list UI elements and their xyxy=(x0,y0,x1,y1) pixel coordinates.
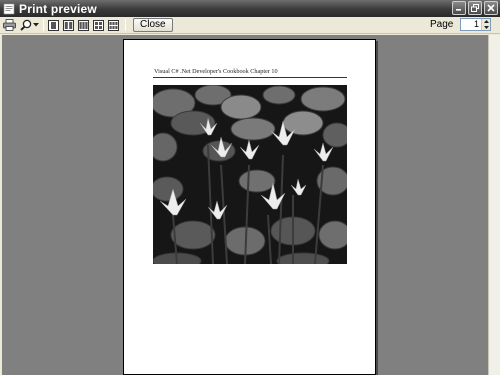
vertical-scrollbar[interactable] xyxy=(488,35,500,375)
close-icon xyxy=(487,4,495,12)
page-header-text: Visual C# .Net Developer's Cookbook Chap… xyxy=(154,68,278,75)
chevron-up-icon xyxy=(483,20,489,24)
minimize-button[interactable] xyxy=(452,1,466,15)
zoom-button[interactable] xyxy=(20,18,32,32)
one-page-icon xyxy=(47,19,59,31)
three-pages-icon xyxy=(77,19,89,31)
chevron-down-icon xyxy=(33,23,39,27)
six-pages-button[interactable] xyxy=(107,19,119,31)
window-controls xyxy=(452,1,498,15)
spinner-arrows xyxy=(481,19,490,30)
preview-page: Visual C# .Net Developer's Cookbook Chap… xyxy=(123,39,376,375)
printer-icon xyxy=(2,19,16,31)
header-rule xyxy=(153,77,347,78)
close-window-button[interactable] xyxy=(484,1,498,15)
zoom-dropdown[interactable] xyxy=(32,18,40,32)
window-title: Print preview xyxy=(19,1,97,16)
four-pages-icon xyxy=(92,19,104,31)
restore-button[interactable] xyxy=(468,1,482,15)
two-pages-button[interactable] xyxy=(62,19,74,31)
spin-down-button[interactable] xyxy=(482,24,490,30)
magnifier-icon xyxy=(20,19,32,31)
print-preview-window: Print preview Close Page 1 Visual C# .Ne… xyxy=(0,0,500,375)
water-lilies-photo xyxy=(153,85,347,264)
one-page-button[interactable] xyxy=(47,19,59,31)
chevron-down-icon xyxy=(483,25,489,29)
print-preview-app-icon xyxy=(3,3,15,14)
four-pages-button[interactable] xyxy=(92,19,104,31)
water-lilies-image xyxy=(153,85,347,264)
restore-icon xyxy=(471,4,479,12)
toolbar-separator xyxy=(43,19,44,31)
toolbar-separator xyxy=(125,19,126,31)
six-pages-icon xyxy=(107,19,119,31)
two-pages-icon xyxy=(62,19,74,31)
preview-toolbar: Close Page 1 xyxy=(0,17,500,34)
minimize-icon xyxy=(456,9,461,11)
page-label: Page xyxy=(430,19,454,30)
title-bar: Print preview xyxy=(0,0,500,17)
page-number-input[interactable]: 1 xyxy=(461,19,481,30)
three-pages-button[interactable] xyxy=(77,19,89,31)
close-preview-button[interactable]: Close xyxy=(133,18,173,32)
page-number-spinner[interactable]: 1 xyxy=(460,18,491,31)
print-button[interactable] xyxy=(2,18,16,32)
